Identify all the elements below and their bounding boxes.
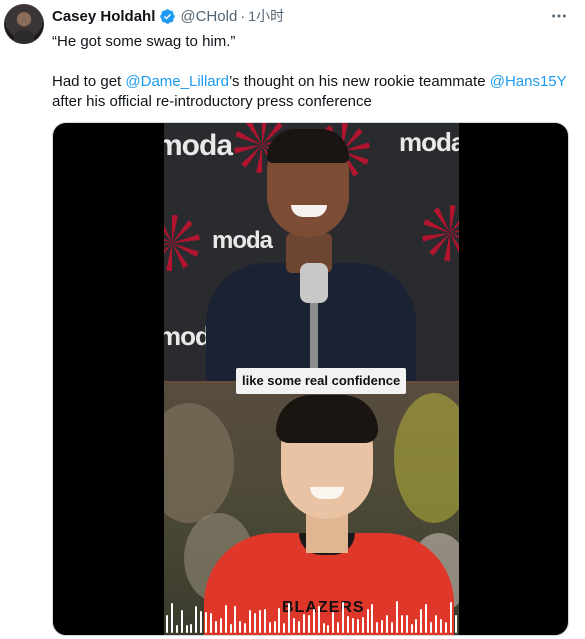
author-avatar[interactable] [4, 4, 44, 44]
waveform-bar [317, 606, 320, 633]
waveform-bar [244, 623, 247, 633]
waveform-bar [381, 620, 384, 633]
waveform-bar [268, 622, 271, 633]
waveform-bar [439, 619, 442, 633]
waveform-bar [434, 615, 437, 633]
waveform-bar [390, 622, 393, 633]
waveform-bar [185, 625, 188, 633]
waveform-bar [371, 604, 374, 633]
waveform-bar [293, 618, 296, 633]
waveform-bar [342, 602, 345, 633]
tweet-text-segment: ’s thought on his new rookie teammate [229, 73, 490, 90]
waveform-bar [190, 624, 193, 633]
tweet-video[interactable]: moda moda moda moda BLAZERS [52, 122, 569, 636]
waveform-bar [214, 621, 217, 633]
speaker-hair [267, 129, 349, 163]
mention-dame-lillard[interactable]: @Dame_Lillard [125, 73, 229, 90]
waveform-bar [254, 613, 257, 633]
waveform-bar [288, 603, 291, 633]
video-frame[interactable]: moda moda moda moda BLAZERS [164, 123, 459, 635]
tweet-body-line: Had to get @Dame_Lillard’s thought on hi… [52, 72, 577, 92]
waveform-bar [395, 601, 398, 633]
blazers-pinwheel-icon [422, 205, 459, 261]
crowd-blur [164, 403, 234, 523]
audio-waveform [164, 597, 459, 635]
waveform-bar [205, 612, 208, 633]
tweet-quote-line: “He got some swag to him.” [52, 33, 236, 50]
mention-hans15y[interactable]: @Hans15Y [490, 73, 567, 90]
crowd-blur [394, 393, 459, 523]
waveform-bar [239, 621, 242, 633]
author-display-name[interactable]: Casey Holdahl [52, 8, 155, 25]
press-conference-scene: moda moda moda moda [164, 123, 459, 381]
avatar-figure [14, 30, 34, 44]
waveform-bar [356, 619, 359, 633]
waveform-bar [307, 615, 310, 633]
waveform-bar [195, 606, 198, 633]
tweet-body-line-2: after his official re-introductory press… [52, 93, 372, 110]
tweet-text: “He got some swag to him.” Had to get @D… [52, 32, 577, 112]
waveform-bar [263, 609, 266, 633]
backdrop-logo: moda [212, 227, 273, 254]
waveform-bar [258, 610, 261, 633]
waveform-bar [405, 615, 408, 633]
verified-badge-icon [159, 8, 176, 25]
waveform-bar [234, 606, 237, 633]
rookie-neck [306, 513, 348, 553]
waveform-bar [170, 603, 173, 633]
waveform-bar [454, 615, 457, 633]
more-options-icon[interactable] [549, 6, 569, 26]
waveform-bar [312, 609, 315, 633]
backdrop-logo: moda [164, 129, 233, 162]
waveform-bar [210, 613, 213, 633]
backdrop-logo: moda [399, 127, 459, 157]
waveform-bar [386, 615, 389, 633]
rookie-hair [276, 395, 378, 443]
waveform-bar [366, 609, 369, 633]
waveform-bar [283, 623, 286, 633]
waveform-bar [278, 608, 281, 633]
microphone-icon [300, 263, 328, 303]
waveform-bar [322, 623, 325, 633]
waveform-bar [444, 622, 447, 633]
waveform-bar [337, 622, 340, 633]
waveform-bar [219, 618, 222, 633]
waveform-bar [327, 625, 330, 633]
waveform-bar [449, 602, 452, 633]
waveform-bar [346, 616, 349, 633]
waveform-bar [415, 619, 418, 633]
waveform-bar [400, 615, 403, 633]
waveform-bar [351, 618, 354, 633]
waveform-bar [166, 615, 168, 633]
waveform-bar [175, 625, 178, 633]
video-caption: like some real confidence [236, 368, 407, 394]
waveform-bar [298, 621, 301, 633]
header-separator: · [240, 7, 246, 25]
tweet-timestamp[interactable]: 1小时 [248, 6, 284, 26]
waveform-bar [430, 622, 433, 633]
waveform-bar [229, 624, 232, 633]
tweet-header: Casey Holdahl @CHold · 1小时 [52, 6, 569, 26]
tweet-text-segment: Had to get [52, 73, 126, 90]
author-handle[interactable]: @CHold [180, 8, 237, 25]
waveform-bar [249, 610, 252, 633]
waveform-bar [200, 611, 203, 633]
waveform-bar [361, 617, 364, 633]
waveform-bar [420, 609, 423, 633]
waveform-bar [302, 614, 305, 633]
waveform-bar [273, 621, 276, 633]
waveform-bar [224, 605, 227, 633]
waveform-bar [425, 604, 428, 633]
waveform-bar [180, 610, 183, 633]
waveform-bar [410, 624, 413, 633]
blazers-pinwheel-icon [164, 215, 200, 271]
waveform-bar [332, 612, 335, 633]
waveform-bar [376, 622, 379, 633]
